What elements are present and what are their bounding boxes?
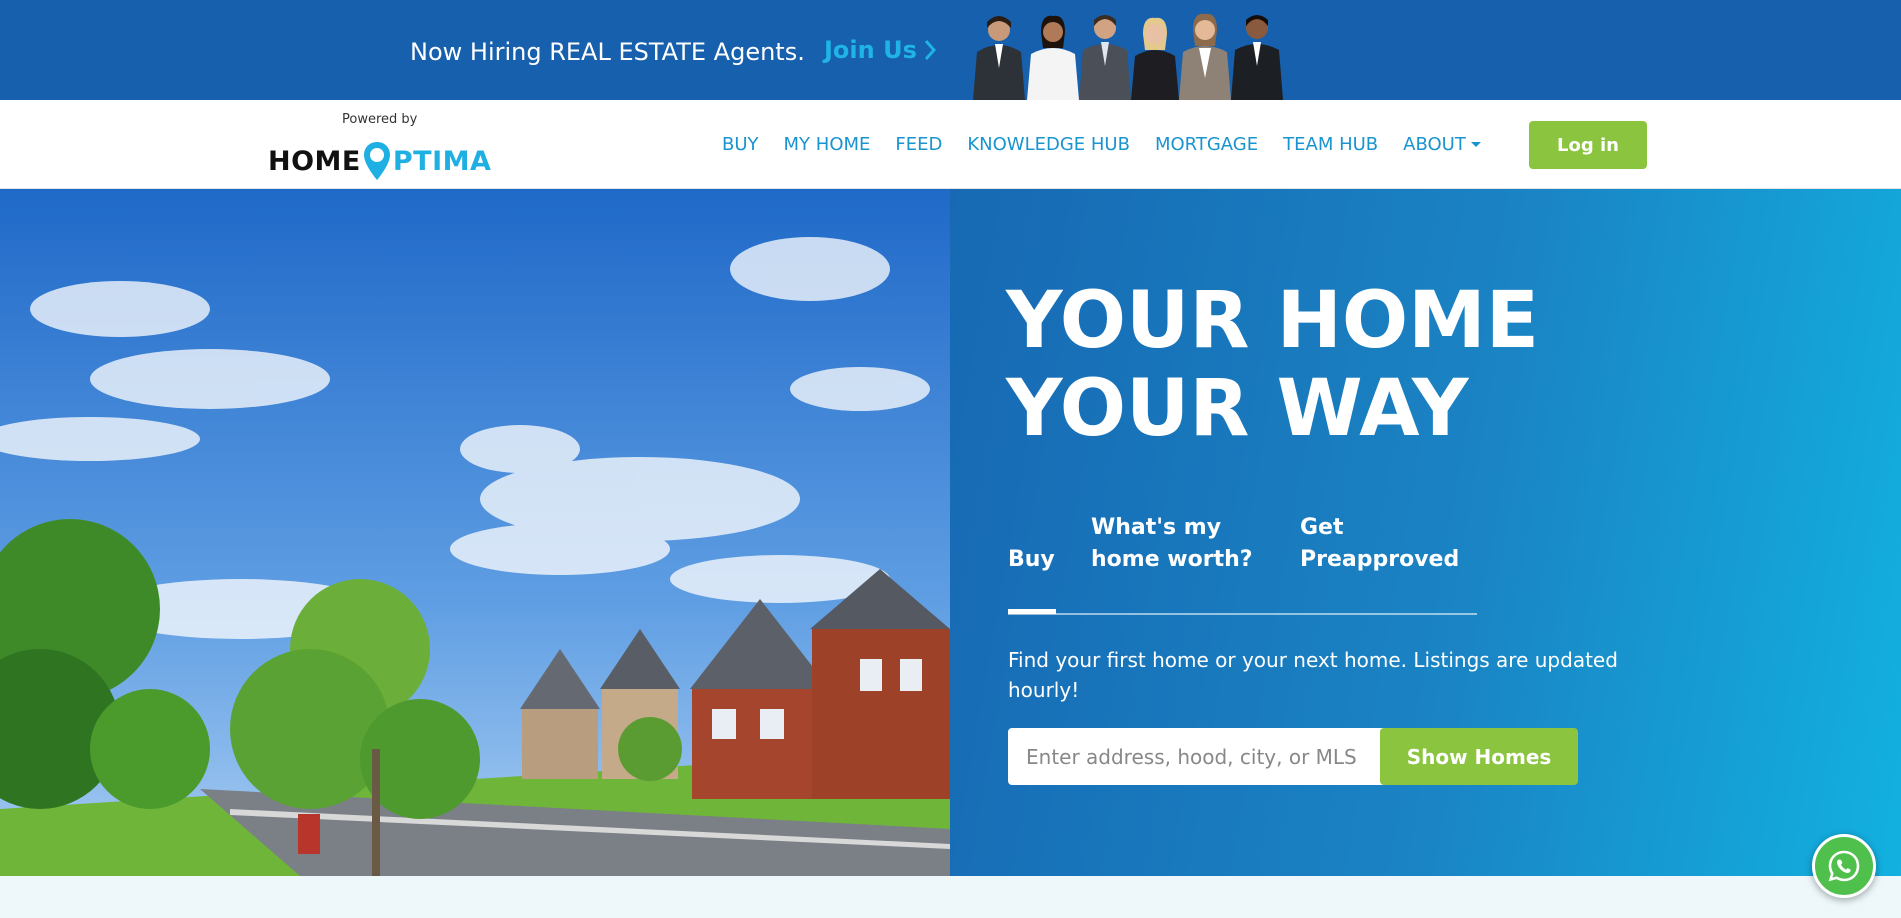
nav-buy[interactable]: BUY [722, 134, 759, 155]
tab-get-preapproved[interactable]: Get Preapproved [1300, 512, 1470, 576]
active-tab-indicator [1008, 609, 1056, 614]
homeoptima-logo[interactable]: Powered by HOME PTIMA [268, 110, 500, 180]
tab-home-worth[interactable]: What's my home worth? [1091, 512, 1266, 576]
join-us-label: Join Us [824, 36, 917, 64]
nav-team-hub[interactable]: TEAM HUB [1283, 134, 1378, 155]
logo-home-text: HOME [268, 146, 361, 177]
hiring-text: Now Hiring REAL ESTATE Agents. [410, 38, 805, 66]
nav-about-label: ABOUT [1403, 134, 1466, 155]
hiring-banner: Now Hiring REAL ESTATE Agents. Join Us [0, 0, 1901, 100]
nav-mortgage[interactable]: MORTGAGE [1155, 134, 1258, 155]
address-search-input[interactable] [1008, 728, 1390, 785]
site-header: Powered by HOME PTIMA BUY MY HOME FEED K… [0, 100, 1901, 189]
whatsapp-chat-button[interactable] [1812, 834, 1876, 898]
map-pin-icon [363, 142, 390, 180]
hero-image-suburban-street [0, 189, 950, 876]
search-tabs: Buy What's my home worth? Get Preapprove… [1008, 512, 1477, 616]
team-photo [973, 13, 1283, 100]
nav-feed[interactable]: FEED [895, 134, 942, 155]
hero-title-line-1: YOUR HOME [1006, 276, 1540, 366]
tabs-divider [1008, 613, 1477, 615]
whatsapp-icon [1828, 850, 1860, 882]
caret-down-icon [1470, 142, 1481, 147]
nav-my-home[interactable]: MY HOME [784, 134, 871, 155]
chevron-right-icon [924, 40, 936, 60]
hero-search-panel: YOUR HOME YOUR WAY Buy What's my home wo… [950, 189, 1901, 876]
join-us-link[interactable]: Join Us [824, 36, 937, 64]
login-button[interactable]: Log in [1529, 121, 1647, 169]
nav-about[interactable]: ABOUT [1403, 134, 1481, 155]
logo-wordmark: HOME PTIMA [268, 140, 491, 182]
tab-buy[interactable]: Buy [1008, 544, 1055, 576]
hero-title-line-2: YOUR WAY [1006, 364, 1469, 454]
nav-knowledge-hub[interactable]: KNOWLEDGE HUB [967, 134, 1130, 155]
main-nav: BUY MY HOME FEED KNOWLEDGE HUB MORTGAGE … [722, 134, 1481, 155]
show-homes-button[interactable]: Show Homes [1380, 728, 1578, 785]
logo-optima-text: PTIMA [392, 146, 492, 177]
hero-title: YOUR HOME YOUR WAY [1006, 277, 1539, 453]
powered-by-text: Powered by [342, 112, 418, 127]
hero-description: Find your first home or your next home. … [1008, 648, 1618, 702]
